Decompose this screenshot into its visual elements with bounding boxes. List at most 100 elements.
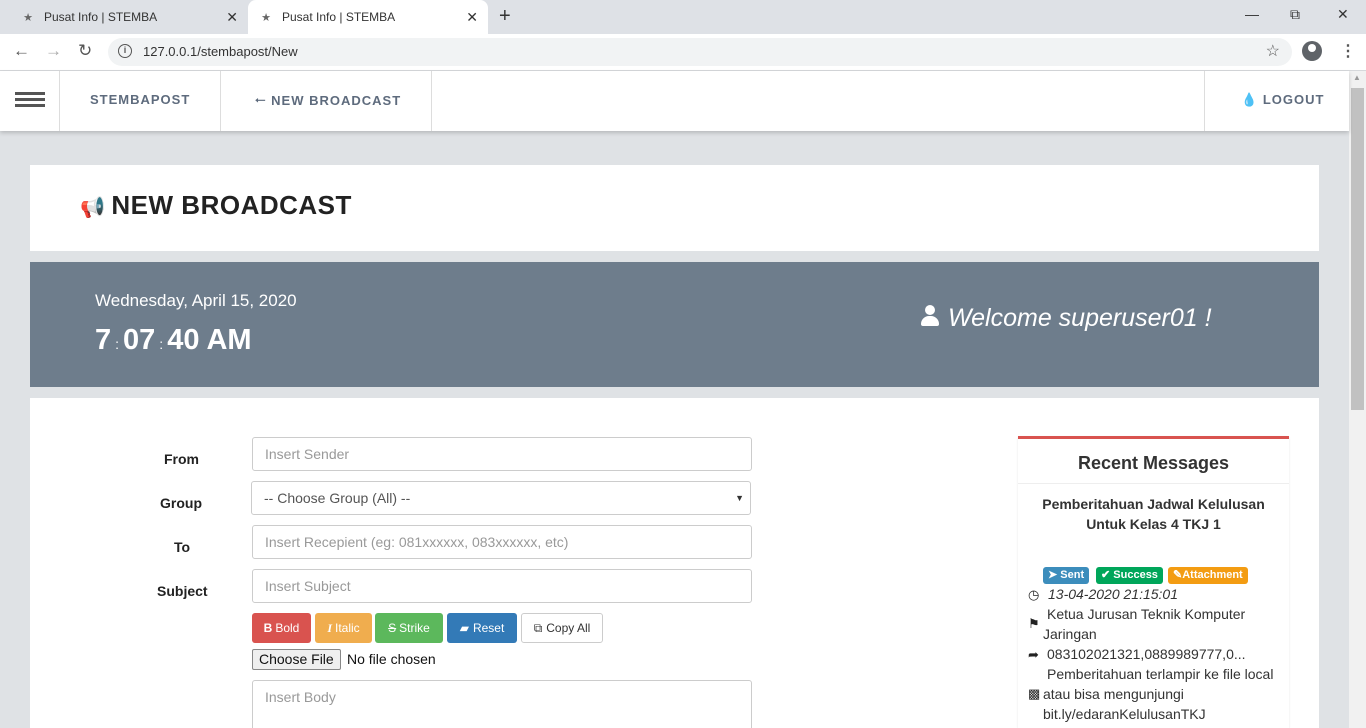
browser-toolbar: ← → ↻ i 127.0.0.1/stembapost/New ☆ [0, 34, 1366, 71]
chevron-down-icon: ▼ [735, 493, 744, 503]
logout-label: LOGOUT [1262, 92, 1325, 107]
nav-new-broadcast-link[interactable]: 🠀 NEW BROADCAST [255, 92, 401, 114]
from-input[interactable]: Insert Sender [252, 437, 752, 471]
group-select[interactable]: -- Choose Group (All) -- ▼ [251, 481, 751, 515]
back-icon[interactable]: ← [13, 41, 30, 61]
group-select-value: -- Choose Group (All) -- [264, 490, 411, 506]
divider [1018, 483, 1289, 484]
logout-link[interactable]: 💧 LOGOUT [1241, 92, 1324, 108]
page-scrollbar[interactable]: ▲ [1349, 71, 1366, 728]
url-text[interactable]: 127.0.0.1/stembapost/New [143, 44, 298, 59]
message-title[interactable]: Pemberitahuan Jadwal Kelulusan Untuk Kel… [1028, 494, 1279, 534]
app-navbar: STEMBAPOST 🠀 NEW BROADCAST 💧 LOGOUT [0, 71, 1349, 131]
tab-title: Pusat Info | STEMBA [282, 10, 396, 24]
profile-icon[interactable] [1302, 41, 1322, 61]
italic-button-label: Italic [334, 621, 360, 635]
success-badge-label: Success [1113, 569, 1158, 581]
group-label: Group [160, 495, 202, 511]
message-body-line2: atau bisa mengunjungi [1043, 686, 1184, 702]
new-tab-icon[interactable]: + [499, 5, 511, 28]
copy-all-button[interactable]: ⧉ Copy All [521, 613, 603, 643]
italic-icon: I [327, 620, 332, 635]
attachment-badge: ✎Attachment [1168, 567, 1248, 584]
strike-button-label: Strike [399, 621, 430, 635]
bold-icon: B [263, 621, 273, 635]
check-icon: ✔ [1101, 569, 1111, 581]
clock-icon: ◷ [1028, 587, 1040, 602]
subject-input[interactable]: Insert Subject [252, 569, 752, 603]
close-tab-icon[interactable]: ✕ [466, 9, 478, 26]
info-icon[interactable]: i [118, 44, 132, 58]
nav-divider [1204, 71, 1205, 131]
tag-icon: ⚑ [1028, 616, 1040, 631]
share-icon: ➦ [1028, 647, 1039, 662]
restore-icon[interactable]: ⧉ [1290, 6, 1300, 23]
scroll-up-icon[interactable]: ▲ [1353, 73, 1361, 82]
current-date: Wednesday, April 15, 2020 [95, 291, 297, 310]
menu-kebab-icon[interactable]: ⋮ [1340, 41, 1356, 61]
welcome-text: Welcome superuser01 ! [948, 304, 1212, 332]
close-window-icon[interactable]: ✕ [1337, 6, 1349, 23]
scrollbar-thumb[interactable] [1351, 88, 1364, 410]
favicon-icon: ★ [23, 11, 33, 24]
copy-icon: ⧉ [533, 620, 543, 635]
copy-button-label: Copy All [546, 621, 591, 635]
browser-tab-bar: ★ Pusat Info | STEMBA ✕ ★ Pusat Info | S… [0, 0, 1366, 34]
favicon-icon: ★ [261, 11, 271, 24]
brand-link[interactable]: STEMBAPOST [90, 92, 190, 107]
message-sender-line1: Ketua Jurusan Teknik Komputer [1047, 606, 1246, 622]
welcome-banner: Wednesday, April 15, 2020 7:07:40 AM Wel… [30, 262, 1319, 387]
recipient-input[interactable]: Insert Recepient (eg: 081xxxxxx, 083xxxx… [252, 525, 752, 559]
page-title: 📢 NEW BROADCAST [80, 190, 352, 221]
clock-hours: 7 [95, 324, 112, 356]
close-tab-icon[interactable]: ✕ [226, 9, 238, 26]
italic-button[interactable]: I Italic [315, 613, 372, 643]
hamburger-menu-icon[interactable] [15, 92, 45, 110]
attachment-badge-label: Attachment [1182, 569, 1243, 581]
tint-icon: 💧 [1241, 92, 1259, 107]
strikethrough-icon: S [388, 621, 397, 635]
nav-new-broadcast-label: NEW BROADCAST [271, 93, 402, 108]
reset-button-label: Reset [472, 621, 505, 635]
file-status: No file chosen [347, 651, 436, 667]
page-title-text: NEW BROADCAST [111, 190, 352, 220]
message-recipients: 083102021321,0889989777,0... [1047, 646, 1246, 662]
recent-messages-panel: Recent Messages Pemberitahuan Jadwal Kel… [1018, 436, 1289, 728]
sent-badge: ➤ Sent [1043, 567, 1090, 584]
recent-messages-title: Recent Messages [1077, 453, 1230, 473]
paper-plane-icon: ➤ [1048, 569, 1058, 581]
bold-button[interactable]: B Bold [252, 613, 311, 643]
choose-file-button[interactable]: Choose File [252, 649, 341, 670]
reload-icon[interactable]: ↻ [78, 41, 92, 61]
tab-title: Pusat Info | STEMBA [44, 10, 158, 24]
arrow-left-icon: 🠀 [255, 93, 272, 108]
message-sender-line2: Jaringan [1043, 626, 1097, 642]
from-label: From [164, 451, 199, 467]
megaphone-icon: 📢 [80, 197, 106, 219]
strike-button[interactable]: S Strike [375, 613, 443, 643]
message-body-line3[interactable]: bit.ly/edaranKelulusanTKJ [1043, 704, 1206, 724]
clock-minutes: 07 [123, 324, 156, 356]
user-icon [920, 304, 940, 328]
nav-divider [220, 71, 221, 131]
browser-tab-active[interactable]: ★ Pusat Info | STEMBA ✕ [248, 0, 488, 34]
body-textarea[interactable]: Insert Body [252, 680, 752, 728]
clock-ampm: AM [206, 324, 252, 356]
bold-button-label: Bold [275, 621, 300, 635]
sent-badge-label: Sent [1060, 569, 1085, 581]
nav-divider [431, 71, 432, 131]
to-label: To [174, 539, 191, 555]
welcome-message: Welcome superuser01 ! [920, 304, 1212, 333]
forward-icon[interactable]: → [45, 41, 62, 61]
browser-tab[interactable]: ★ Pusat Info | STEMBA ✕ [0, 0, 248, 34]
reset-button[interactable]: ▰ Reset [447, 613, 517, 643]
nav-divider [59, 71, 60, 131]
bookmark-star-icon[interactable]: ☆ [1266, 41, 1280, 61]
current-time: 7:07:40 AM [95, 324, 252, 356]
minimize-icon[interactable]: — [1245, 6, 1259, 22]
paperclip-icon: ✎ [1173, 569, 1183, 581]
message-body-line1: Pemberitahuan terlampir ke file local [1047, 666, 1274, 682]
address-bar[interactable]: i 127.0.0.1/stembapost/New ☆ [108, 38, 1292, 66]
file-icon: ▩ [1028, 686, 1041, 701]
message-timestamp: 13-04-2020 21:15:01 [1048, 586, 1178, 602]
